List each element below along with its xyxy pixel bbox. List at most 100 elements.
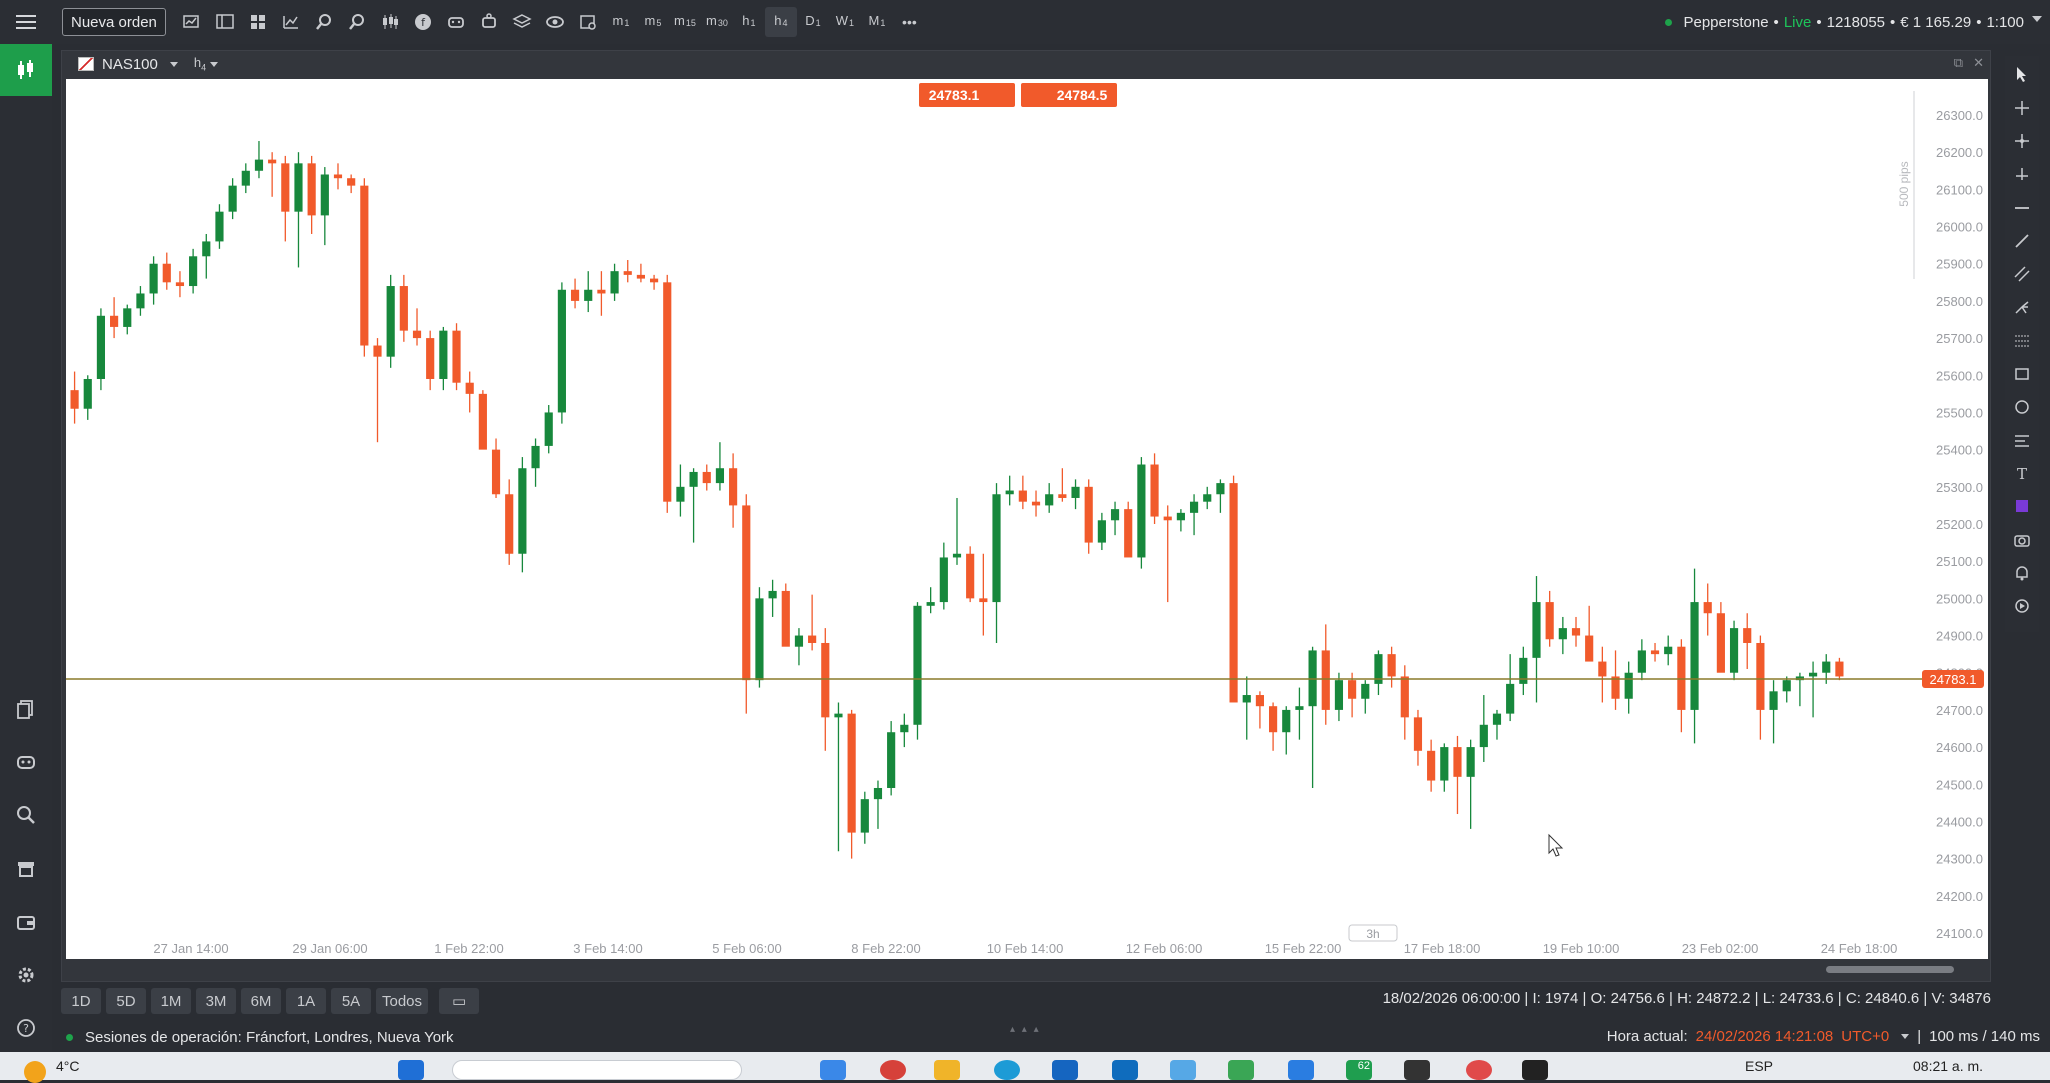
- wallet-icon[interactable]: [11, 907, 41, 937]
- new-order-button[interactable]: Nueva orden: [62, 8, 166, 36]
- candle-body: [952, 553, 962, 558]
- taskbar-search-box[interactable]: [452, 1060, 742, 1080]
- horizontal-scrollbar[interactable]: [66, 961, 1988, 977]
- horizontal-line-icon[interactable]: [2010, 196, 2034, 220]
- calendar-range-icon[interactable]: ▭: [439, 988, 480, 1014]
- robot-icon[interactable]: [440, 7, 473, 37]
- crosshair-magnet-icon[interactable]: [2010, 129, 2034, 153]
- candle-body: [966, 553, 975, 599]
- chart-mode-candles-icon[interactable]: [0, 44, 52, 96]
- cursor-arrow-icon[interactable]: [2010, 62, 2034, 86]
- y-tick-label: 25300.0: [1936, 480, 1983, 495]
- timeframe-h4[interactable]: h4: [764, 7, 797, 37]
- symbol-selector[interactable]: NAS100: [102, 56, 158, 73]
- robot-automate-icon[interactable]: [11, 747, 41, 777]
- opera-icon[interactable]: [1466, 1060, 1492, 1080]
- excel-icon[interactable]: [1228, 1060, 1254, 1080]
- language-indicator[interactable]: ESP: [1745, 1058, 1773, 1074]
- range-button-5a[interactable]: 5A: [331, 988, 371, 1014]
- copy-icon[interactable]: [11, 694, 41, 724]
- mail-icon[interactable]: [1052, 1060, 1078, 1080]
- range-button-5d[interactable]: 5D: [106, 988, 146, 1014]
- timeframe-m15[interactable]: m 15: [669, 7, 701, 37]
- y-tick-label: 25800.0: [1936, 294, 1983, 309]
- crosshair-icon[interactable]: [2010, 96, 2034, 120]
- timeframe-m30[interactable]: m 30: [701, 7, 733, 37]
- trend-line-icon[interactable]: [2010, 229, 2034, 253]
- range-button-todos[interactable]: Todos: [376, 988, 429, 1014]
- candle-body: [821, 642, 830, 718]
- chart-window-icon[interactable]: [176, 7, 209, 37]
- app-dark-icon[interactable]: [1522, 1060, 1548, 1080]
- indicator-f-icon[interactable]: f: [407, 7, 440, 37]
- app-icon[interactable]: [1288, 1060, 1314, 1080]
- search-analyze-icon[interactable]: [11, 800, 41, 830]
- system-clock[interactable]: 08:21 a. m.: [1913, 1058, 1983, 1074]
- text-tool-icon[interactable]: T: [2010, 461, 2034, 485]
- account-dropdown-icon[interactable]: [2032, 16, 2042, 22]
- ellipse-icon[interactable]: [2010, 395, 2034, 419]
- timeframe-W1[interactable]: W1: [829, 7, 861, 37]
- timeframe-M1[interactable]: M1: [861, 7, 893, 37]
- alert-bell-icon[interactable]: [2010, 561, 2034, 585]
- candle-body: [544, 412, 553, 446]
- plugins-icon[interactable]: [473, 7, 506, 37]
- watch-eye-icon[interactable]: [539, 7, 572, 37]
- terminal-icon[interactable]: [1404, 1060, 1430, 1080]
- grid-layout-icon[interactable]: [242, 7, 275, 37]
- replay-icon[interactable]: [2010, 594, 2034, 618]
- weather-widget[interactable]: 4°C: [24, 1049, 80, 1083]
- ctrader-icon[interactable]: 62: [1346, 1060, 1372, 1080]
- zoom-out-icon[interactable]: [341, 7, 374, 37]
- measure-icon[interactable]: [2010, 428, 2034, 452]
- layers-icon[interactable]: [506, 7, 539, 37]
- timeframe-m1[interactable]: m1: [605, 7, 637, 37]
- store-icon[interactable]: [11, 854, 41, 884]
- zoom-in-icon[interactable]: [308, 7, 341, 37]
- more-icon[interactable]: •••: [893, 7, 926, 37]
- account-info[interactable]: Pepperstone • Live • 1218055 • € 1 165.2…: [1665, 0, 2024, 44]
- hamburger-menu-icon[interactable]: [0, 0, 52, 44]
- channel-icon[interactable]: [2010, 262, 2034, 286]
- camera-icon[interactable]: [2010, 528, 2034, 552]
- photos-icon[interactable]: [1170, 1060, 1196, 1080]
- candle-body: [1571, 628, 1581, 636]
- chart-settings-icon[interactable]: [275, 7, 308, 37]
- y-tick-label: 25000.0: [1936, 591, 1983, 606]
- help-icon[interactable]: ?: [11, 1013, 41, 1043]
- chart-plot-area[interactable]: 26300.0 26200.0 26100.0 26000.0 25900.0 25800…: [66, 79, 1988, 959]
- chart-timeframe-selector[interactable]: h4: [194, 55, 219, 73]
- edge-icon[interactable]: [994, 1060, 1020, 1080]
- candles-type-icon[interactable]: [374, 7, 407, 37]
- timezone-selector[interactable]: UTC+0: [1841, 1028, 1889, 1045]
- file-explorer-icon[interactable]: [934, 1060, 960, 1080]
- timezone-dropdown-icon[interactable]: [1901, 1034, 1910, 1039]
- fibonacci-icon[interactable]: [2010, 329, 2034, 353]
- scrollbar-thumb[interactable]: [1826, 966, 1954, 973]
- range-button-1m[interactable]: 1M: [151, 988, 191, 1014]
- rectangle-icon[interactable]: [2010, 362, 2034, 386]
- color-picker-icon[interactable]: [2010, 494, 2034, 518]
- taskbar-app-icon[interactable]: [820, 1060, 846, 1080]
- settings-gear-icon[interactable]: [11, 960, 41, 990]
- windows-start-icon[interactable]: [398, 1060, 424, 1080]
- range-button-3m[interactable]: 3M: [196, 988, 236, 1014]
- candlestick-chart[interactable]: 26300.0 26200.0 26100.0 26000.0 25900.0 25800…: [66, 79, 1988, 959]
- add-tool-icon[interactable]: [2010, 162, 2034, 186]
- taskbar-browser-icon[interactable]: [880, 1060, 906, 1080]
- outlook-icon[interactable]: [1112, 1060, 1138, 1080]
- timeframe-m5[interactable]: m5: [637, 7, 669, 37]
- chart-header: NAS100 h4 ⧉ ✕: [62, 51, 1990, 77]
- y-tick-label: 24200.0: [1936, 889, 1983, 904]
- range-button-1d[interactable]: 1D: [61, 988, 101, 1014]
- close-icon[interactable]: ✕: [1973, 55, 1984, 71]
- pitchfork-icon[interactable]: [2010, 295, 2034, 319]
- timeframe-h1[interactable]: h1: [733, 7, 765, 37]
- maximize-icon[interactable]: ⧉: [1954, 55, 1963, 71]
- range-button-1a[interactable]: 1A: [286, 988, 326, 1014]
- timeframe-D1[interactable]: D1: [797, 7, 829, 37]
- range-button-6m[interactable]: 6M: [241, 988, 281, 1014]
- layout-icon[interactable]: [209, 7, 242, 37]
- chart-tools-icon[interactable]: [572, 7, 605, 37]
- symbol-dropdown-icon[interactable]: [169, 61, 178, 67]
